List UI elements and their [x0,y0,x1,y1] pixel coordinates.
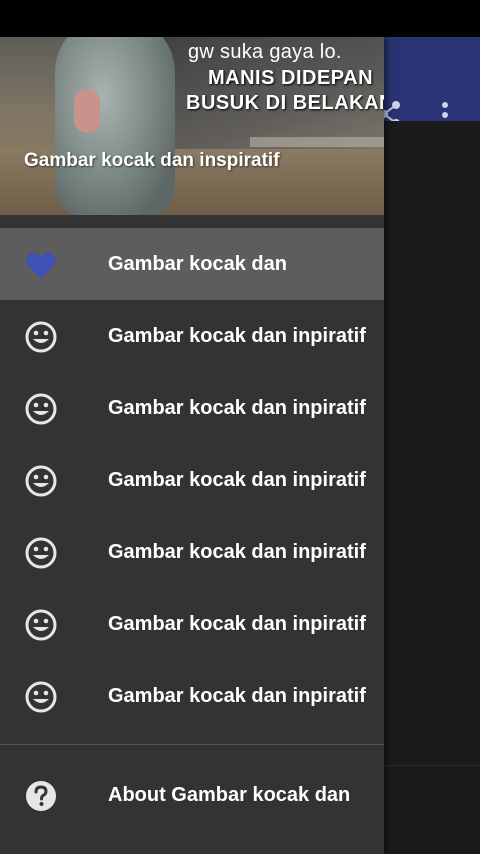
menu-item-label: Gambar kocak dan inpiratif [108,469,366,491]
navigation-drawer: gw suka gaya lo. MANIS DIDEPAN BUSUK DI … [0,37,384,854]
menu-item[interactable]: Gambar kocak dan inpiratif [0,444,384,516]
menu-item-label: Gambar kocak dan inpiratif [108,325,366,347]
smiley-icon [25,537,57,569]
menu-item[interactable]: Gambar kocak dan inpiratif [0,372,384,444]
mouse-figure [55,37,175,215]
drawer-header-title: Gambar kocak dan inspiratif [24,150,280,171]
menu-divider [0,744,384,745]
smiley-icon [25,321,57,353]
menu-item[interactable]: Gambar kocak dan inpiratif [0,660,384,732]
menu-item-label: Gambar kocak dan [108,253,287,275]
menu-item-label: Gambar kocak dan inpiratif [108,613,366,635]
menu-item-label: Gambar kocak dan inpiratif [108,685,366,707]
status-bar [0,0,480,37]
meme-caption-line2: MANIS DIDEPAN [208,67,374,89]
help-icon [26,781,56,811]
drawer-header-image: gw suka gaya lo. MANIS DIDEPAN BUSUK DI … [0,37,384,215]
menu-item-label: Gambar kocak dan inpiratif [108,397,366,419]
smiley-icon [25,393,57,425]
menu-item-label: Gambar kocak dan inpiratif [108,541,366,563]
meme-caption-line1: gw suka gaya lo. [188,41,342,63]
smiley-icon [25,681,57,713]
smiley-icon [25,609,57,641]
menu-item-favorite[interactable]: Gambar kocak dan [0,228,384,300]
meme-caption-line3: BUSUK DI BELAKANG [186,92,384,114]
content-divider [384,765,480,766]
menu-item[interactable]: Gambar kocak dan inpiratif [0,588,384,660]
menu-item[interactable]: Gambar kocak dan inpiratif [0,516,384,588]
menu-item-about[interactable]: About Gambar kocak dan [0,759,384,831]
smiley-icon [25,465,57,497]
menu-item[interactable]: Gambar kocak dan inpiratif [0,300,384,372]
about-label: About Gambar kocak dan [108,784,351,806]
drawer-menu: Gambar kocak dan Gambar kocak dan inpira… [0,228,384,732]
heart-icon [26,252,56,278]
